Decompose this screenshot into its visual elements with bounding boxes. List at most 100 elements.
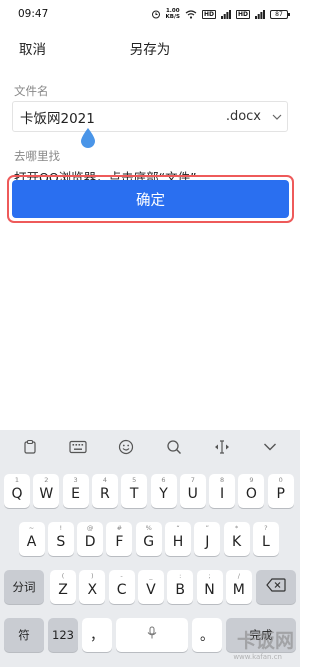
key-n[interactable]: ; N [196, 570, 223, 604]
key-s[interactable]: ! S [47, 522, 74, 556]
key-hint: 3 [73, 476, 78, 484]
done-key[interactable]: 完成 [226, 618, 296, 652]
key-u[interactable]: 7U [179, 474, 206, 508]
key-b[interactable]: :B [167, 570, 194, 604]
chevron-down-icon[interactable] [267, 114, 287, 120]
key-hint: 1 [14, 476, 20, 484]
key-label: E [71, 486, 81, 502]
status-bar: 09:47 1.00 KB/S HD HD 87 [0, 0, 300, 28]
key-label: L [261, 534, 270, 550]
extension-select[interactable]: .docx [226, 109, 267, 124]
key-hint: 7 [190, 476, 195, 484]
key-label: O [245, 486, 257, 502]
key-hint: 2 [44, 476, 49, 484]
watermark-url: www.kafan.cn [233, 653, 282, 661]
key-r[interactable]: 4R [91, 474, 118, 508]
key-hint: - [120, 572, 123, 580]
key-z[interactable]: (Z [50, 570, 76, 604]
key-k[interactable]: * K [223, 522, 250, 556]
key-label: D [84, 534, 96, 550]
status-time: 09:47 [18, 8, 49, 20]
alarm-icon [151, 9, 161, 19]
keyboard-toolbar [0, 430, 300, 464]
comma-key-label: ， [90, 628, 104, 644]
key-q[interactable]: 1Q [4, 474, 30, 508]
key-label: Q [11, 486, 23, 502]
segment-key[interactable]: 分词 [4, 570, 44, 604]
microphone-icon [147, 626, 157, 644]
key-label: C [116, 582, 127, 598]
backspace-key[interactable] [256, 570, 296, 604]
cancel-button[interactable]: 取消 [19, 38, 46, 58]
key-w[interactable]: 2W [33, 474, 60, 508]
key-p[interactable]: 0P [267, 474, 294, 508]
key-label: Z [58, 582, 68, 598]
key-a[interactable]: ~ A [18, 522, 45, 556]
key-o[interactable]: 9O [238, 474, 265, 508]
cursor-move-icon[interactable] [212, 437, 232, 457]
number-key[interactable]: 123 [48, 618, 78, 652]
key-label: R [100, 486, 110, 502]
key-v[interactable]: _ V [137, 570, 164, 604]
key-hint: ) [91, 572, 94, 580]
key-h[interactable]: “H [165, 522, 191, 556]
filename-input[interactable] [13, 102, 226, 131]
key-x[interactable]: ) X [79, 570, 106, 604]
comma-key[interactable]: ， [82, 618, 112, 652]
key-t[interactable]: 5T [121, 474, 148, 508]
key-y[interactable]: 6Y [150, 474, 177, 508]
key-hint: @ [86, 524, 94, 532]
collapse-keyboard-icon[interactable] [260, 437, 280, 457]
emoji-icon[interactable] [116, 437, 136, 457]
key-label: N [204, 582, 215, 598]
key-i[interactable]: 8I [209, 474, 236, 508]
key-hint: 5 [132, 476, 137, 484]
key-hint: 9 [249, 476, 254, 484]
key-hint: / [237, 572, 240, 580]
key-row-3: 分词 (Z) X - C _ V: B; N / M [0, 570, 300, 604]
key-hint: 4 [102, 476, 107, 484]
key-f[interactable]: # F [106, 522, 133, 556]
key-j[interactable]: ” J [194, 522, 221, 556]
period-key[interactable]: 。 [192, 618, 222, 652]
key-hint: “ [176, 524, 180, 532]
space-key[interactable] [116, 618, 188, 652]
key-label: S [56, 534, 66, 550]
search-icon[interactable] [164, 437, 184, 457]
clipboard-icon[interactable] [20, 437, 40, 457]
key-label: Y [159, 486, 168, 502]
key-hint: ( [61, 572, 65, 580]
key-m[interactable]: / M [225, 570, 252, 604]
key-g[interactable]: % G [135, 522, 162, 556]
confirm-highlight: 确定 [7, 175, 294, 223]
key-label: A [26, 534, 37, 550]
location-label: 去哪里找 [14, 149, 60, 163]
filename-label: 文件名 [14, 84, 49, 98]
hd-badge-2: HD [235, 9, 250, 19]
key-hint: # [116, 524, 123, 532]
key-hint: % [145, 524, 152, 532]
period-key-label: 。 [200, 628, 214, 644]
key-c[interactable]: -C [108, 570, 135, 604]
key-d[interactable]: @ D [77, 522, 104, 556]
backspace-icon [266, 578, 286, 596]
key-label: J [205, 534, 210, 550]
symbol-key-label: 符 [18, 628, 30, 642]
key-label: B [175, 582, 185, 598]
key-e[interactable]: 3E [62, 474, 89, 508]
key-label: X [87, 582, 98, 598]
network-speed: 1.00 KB/S [166, 8, 180, 20]
key-label: G [143, 534, 155, 550]
symbol-key[interactable]: 符 [4, 618, 44, 652]
key-row-1: 1Q2W3E4R5T6Y7U8I9O0P [0, 474, 300, 508]
text-cursor-handle[interactable] [80, 128, 96, 148]
filename-field: .docx [12, 101, 288, 132]
key-label: T [129, 486, 139, 502]
segment-key-label: 分词 [12, 580, 36, 594]
key-l[interactable]: ? L [252, 522, 279, 556]
key-label: I [220, 486, 225, 502]
key-label: H [172, 534, 184, 550]
keyboard: 1Q2W3E4R5T6Y7U8I9O0P ~ A! S @ D # F% G “H” J * K? L … [0, 430, 300, 667]
keyboard-icon[interactable] [68, 437, 88, 457]
confirm-button[interactable]: 确定 [12, 180, 289, 218]
